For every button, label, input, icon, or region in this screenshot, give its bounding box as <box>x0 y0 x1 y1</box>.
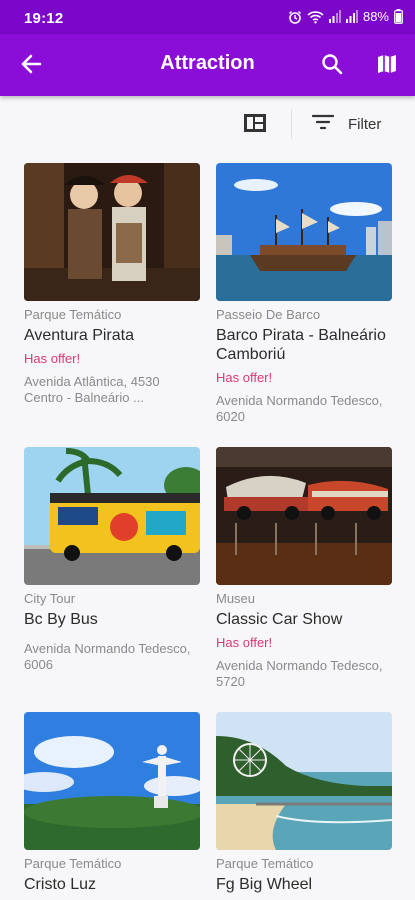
attraction-name: Classic Car Show <box>216 611 343 628</box>
page-title: Attraction <box>160 52 255 74</box>
attraction-address: Avenida Normando Tedesco, 5720 <box>216 658 383 689</box>
signal-icon <box>345 10 358 23</box>
attraction-photo <box>24 712 200 850</box>
list-toolbar: Filter <box>0 96 415 154</box>
attraction-name: Aventura Pirata <box>24 327 134 344</box>
toolbar-divider <box>291 109 292 139</box>
attraction-card[interactable]: Parque Temático Aventura Pirata Has offe… <box>24 163 200 406</box>
attraction-category: Passeio De Barco <box>216 307 321 322</box>
attraction-address: Avenida Atlântica, 4530 Centro - Balneár… <box>24 374 160 405</box>
status-time: 19:12 <box>24 10 64 27</box>
map-icon <box>376 53 398 80</box>
battery-percent: 88% <box>362 9 389 24</box>
filter-button[interactable]: Filter <box>311 110 382 138</box>
attraction-name: Bc By Bus <box>24 611 98 628</box>
layout-toggle-button[interactable] <box>240 111 270 139</box>
filter-label: Filter <box>348 115 382 133</box>
attraction-name: Fg Big Wheel <box>216 876 313 893</box>
attraction-name: Barco Pirata - Balneário Camboriú <box>216 327 386 363</box>
attraction-card[interactable]: City Tour Bc By Bus Avenida Normando Ted… <box>24 447 200 673</box>
attraction-photo <box>24 163 200 301</box>
search-icon <box>321 53 343 80</box>
app-bar: Attraction <box>0 34 415 96</box>
attraction-card[interactable]: Parque Temático Cristo Luz <box>24 712 200 894</box>
attraction-category: Parque Temático <box>216 856 314 871</box>
attraction-category: Parque Temático <box>24 307 122 322</box>
attraction-photo <box>216 163 392 301</box>
status-icons: 88% <box>288 9 403 24</box>
attraction-category: Parque Temático <box>24 856 122 871</box>
attraction-address: Avenida Normando Tedesco, 6006 <box>24 641 191 672</box>
back-button[interactable] <box>14 49 48 83</box>
filter-icon <box>311 114 335 134</box>
attraction-name: Cristo Luz <box>24 876 97 893</box>
offer-badge: Has offer! <box>216 635 273 650</box>
battery-icon <box>394 9 403 24</box>
offer-badge: Has offer! <box>216 370 273 385</box>
search-button[interactable] <box>315 49 349 83</box>
wifi-icon <box>307 10 324 24</box>
attraction-photo <box>24 447 200 585</box>
attraction-address: Avenida Normando Tedesco, 6020 <box>216 393 383 424</box>
offer-badge: Has offer! <box>24 351 81 366</box>
signal-icon <box>328 10 341 23</box>
alarm-icon <box>288 10 302 24</box>
attraction-category: City Tour <box>24 591 76 606</box>
back-arrow-icon <box>20 53 42 80</box>
grid-layout-icon <box>244 113 266 137</box>
map-button[interactable] <box>370 49 404 83</box>
status-bar: 19:12 88% <box>0 0 415 34</box>
attraction-card[interactable]: Passeio De Barco Barco Pirata - Balneári… <box>216 163 392 425</box>
attraction-card[interactable]: Museu Classic Car Show Has offer! Avenid… <box>216 447 392 690</box>
attraction-card[interactable]: Parque Temático Fg Big Wheel <box>216 712 392 894</box>
attraction-category: Museu <box>216 591 256 606</box>
attraction-photo <box>216 712 392 850</box>
attraction-photo <box>216 447 392 585</box>
